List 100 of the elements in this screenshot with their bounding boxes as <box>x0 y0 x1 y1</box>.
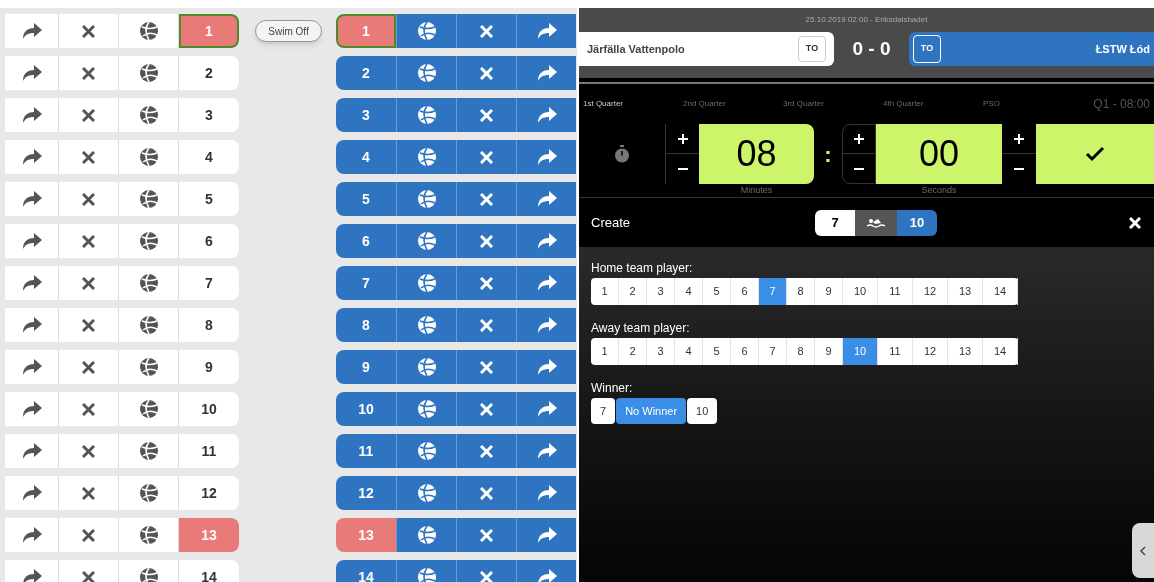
player-option[interactable]: 8 <box>787 338 815 365</box>
close-icon[interactable] <box>1129 216 1141 229</box>
exclusion-button[interactable] <box>456 182 516 216</box>
player-number-button[interactable]: 5 <box>336 182 396 216</box>
exclusion-button[interactable] <box>456 140 516 174</box>
player-option[interactable]: 1 <box>591 338 619 365</box>
exclusion-button[interactable] <box>456 224 516 258</box>
player-number-button[interactable]: 3 <box>179 98 239 132</box>
player-option[interactable]: 11 <box>878 278 913 305</box>
quarter-tab[interactable]: 2nd Quarter <box>683 98 783 110</box>
player-number-button[interactable]: 9 <box>336 350 396 384</box>
player-option[interactable]: 11 <box>878 338 913 365</box>
player-option[interactable]: 12 <box>913 338 948 365</box>
stopwatch-icon[interactable] <box>614 145 630 163</box>
goal-button[interactable] <box>396 14 456 48</box>
player-number-button[interactable]: 10 <box>179 392 239 426</box>
player-number-button[interactable]: 12 <box>179 476 239 510</box>
player-number-button[interactable]: 5 <box>179 182 239 216</box>
player-option[interactable]: 5 <box>703 278 731 305</box>
exclusion-button[interactable] <box>456 434 516 468</box>
swim-off-button[interactable]: Swim Off <box>255 20 322 42</box>
goal-button[interactable] <box>396 182 456 216</box>
player-option[interactable]: 12 <box>913 278 948 305</box>
player-option[interactable]: 6 <box>731 338 759 365</box>
exclusion-button[interactable] <box>456 308 516 342</box>
player-number-button[interactable]: 12 <box>336 476 396 510</box>
player-option[interactable]: 13 <box>948 338 983 365</box>
player-number-button[interactable]: 14 <box>336 560 396 582</box>
player-option[interactable]: 1 <box>591 278 619 305</box>
goal-button[interactable] <box>396 224 456 258</box>
player-number-button[interactable]: 9 <box>179 350 239 384</box>
quarter-tab[interactable]: 4th Quarter <box>883 98 983 110</box>
goal-button[interactable] <box>396 518 456 552</box>
pass-button[interactable] <box>516 182 576 216</box>
player-number-button[interactable]: 10 <box>336 392 396 426</box>
player-number-button[interactable]: 6 <box>336 224 396 258</box>
player-option[interactable]: 2 <box>619 338 647 365</box>
player-option[interactable]: 2 <box>619 278 647 305</box>
exclusion-button[interactable] <box>456 392 516 426</box>
quarter-tab[interactable]: 3rd Quarter <box>783 98 883 110</box>
player-number-button[interactable]: 6 <box>179 224 239 258</box>
exclusion-button[interactable] <box>456 14 516 48</box>
goal-button[interactable] <box>396 434 456 468</box>
player-number-button[interactable]: 7 <box>179 266 239 300</box>
player-option[interactable]: 3 <box>647 278 675 305</box>
pass-button[interactable] <box>516 140 576 174</box>
player-number-button[interactable]: 11 <box>336 434 396 468</box>
pass-button[interactable] <box>516 350 576 384</box>
goal-button[interactable] <box>396 308 456 342</box>
player-number-button[interactable]: 8 <box>336 308 396 342</box>
pass-button[interactable] <box>516 392 576 426</box>
winner-option[interactable]: 7 <box>591 398 616 424</box>
quarter-tab[interactable]: PSO <box>983 98 1083 110</box>
player-number-button[interactable]: 4 <box>179 140 239 174</box>
goal-button[interactable] <box>396 56 456 90</box>
player-option[interactable]: 9 <box>815 278 843 305</box>
goal-button[interactable] <box>396 140 456 174</box>
timeout-button[interactable]: TO <box>798 36 826 62</box>
pass-button[interactable] <box>516 518 576 552</box>
goal-button[interactable] <box>396 266 456 300</box>
player-number-button[interactable]: 3 <box>336 98 396 132</box>
player-number-button[interactable]: 7 <box>336 266 396 300</box>
goal-button[interactable] <box>396 350 456 384</box>
pass-button[interactable] <box>516 476 576 510</box>
player-option[interactable]: 5 <box>703 338 731 365</box>
pass-button[interactable] <box>516 308 576 342</box>
exclusion-button[interactable] <box>456 518 516 552</box>
quarter-tab[interactable]: 1st Quarter <box>583 98 683 110</box>
player-number-button[interactable]: 8 <box>179 308 239 342</box>
player-option[interactable]: 13 <box>948 278 983 305</box>
player-option[interactable]: 7 <box>759 338 787 365</box>
winner-option[interactable]: 10 <box>687 398 718 424</box>
pass-button[interactable] <box>516 56 576 90</box>
goal-button[interactable] <box>396 98 456 132</box>
player-number-button[interactable]: 4 <box>336 140 396 174</box>
player-option[interactable]: 3 <box>647 338 675 365</box>
goal-button[interactable] <box>396 392 456 426</box>
player-number-button[interactable]: 2 <box>336 56 396 90</box>
side-panel-handle[interactable] <box>1132 523 1154 578</box>
pass-button[interactable] <box>516 14 576 48</box>
pass-button[interactable] <box>516 266 576 300</box>
pass-button[interactable] <box>516 98 576 132</box>
player-option[interactable]: 14 <box>983 338 1018 365</box>
player-number-button[interactable]: 11 <box>179 434 239 468</box>
exclusion-button[interactable] <box>456 350 516 384</box>
player-option[interactable]: 4 <box>675 278 703 305</box>
pass-button[interactable] <box>516 224 576 258</box>
player-option[interactable]: 14 <box>983 278 1018 305</box>
exclusion-button[interactable] <box>456 476 516 510</box>
player-option[interactable]: 8 <box>787 278 815 305</box>
exclusion-button[interactable] <box>456 98 516 132</box>
exclusion-button[interactable] <box>456 266 516 300</box>
pass-button[interactable] <box>516 434 576 468</box>
player-option[interactable]: 4 <box>675 338 703 365</box>
player-number-button[interactable]: 14 <box>179 560 239 582</box>
goal-button[interactable] <box>396 476 456 510</box>
player-option[interactable]: 10 <box>843 278 878 305</box>
player-number-button[interactable]: 2 <box>179 56 239 90</box>
exclusion-button[interactable] <box>456 56 516 90</box>
timeout-button[interactable]: TO <box>913 35 941 63</box>
